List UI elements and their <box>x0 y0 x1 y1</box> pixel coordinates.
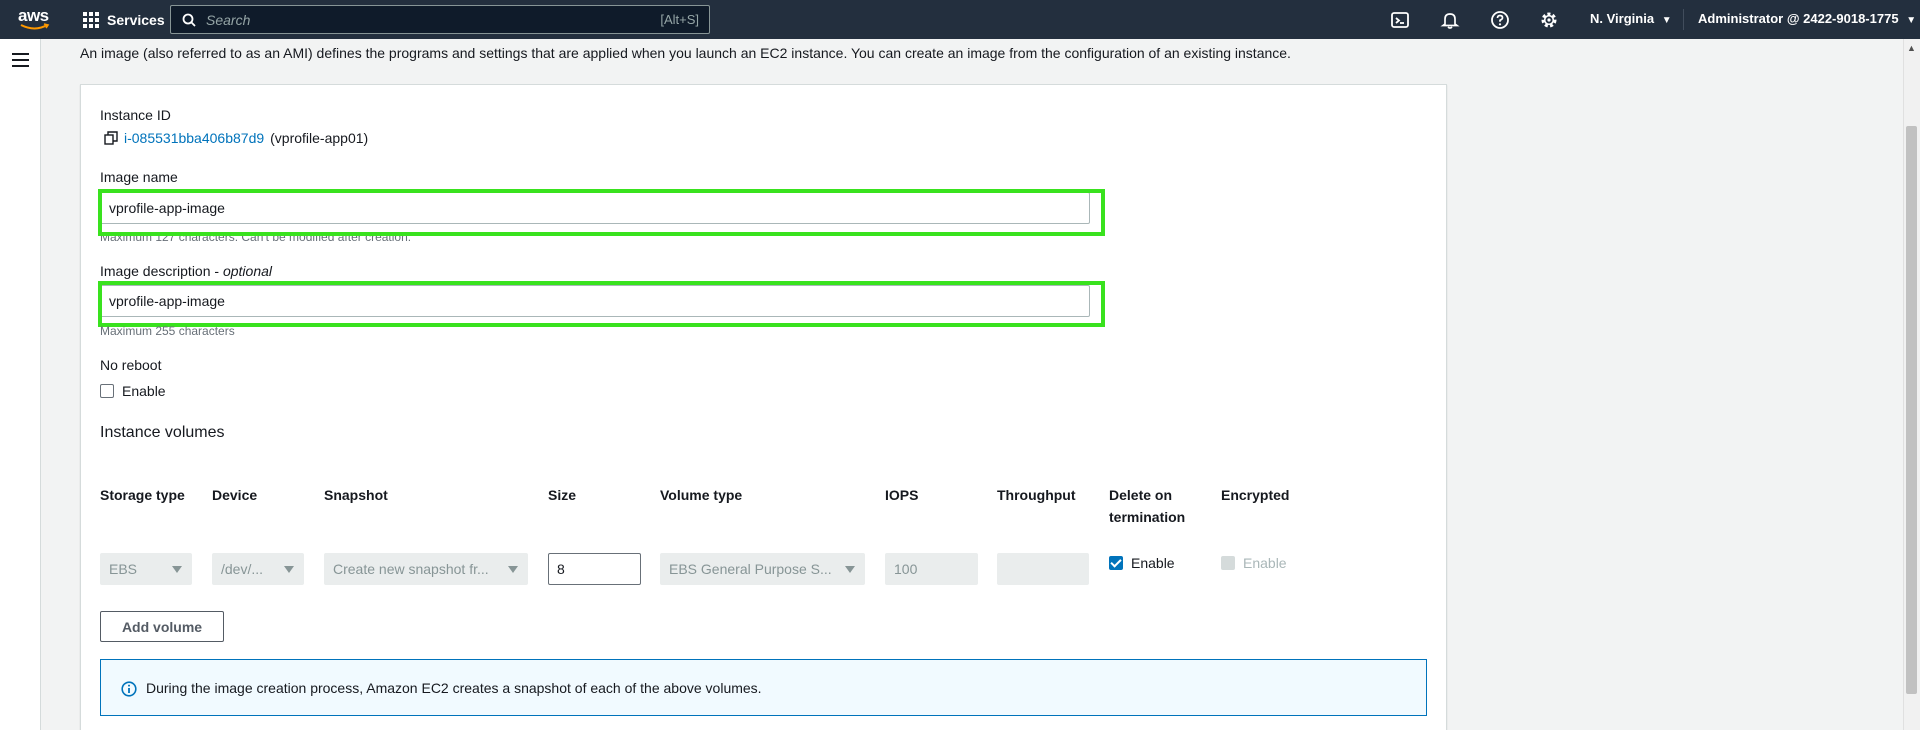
search-input[interactable]: Search [Alt+S] <box>170 5 710 34</box>
instance-name: (vprofile-app01) <box>270 130 369 146</box>
optional-label: optional <box>222 263 273 279</box>
volume-type-select: EBS General Purpose S... <box>660 553 865 585</box>
instance-id-label: Instance ID <box>100 107 171 123</box>
device-select: /dev/... <box>212 553 304 585</box>
caret-down-icon <box>284 566 294 573</box>
no-reboot-option-label: Enable <box>122 383 166 399</box>
throughput-input <box>997 553 1089 585</box>
search-icon <box>182 13 196 27</box>
image-name-highlight <box>98 189 1105 236</box>
search-placeholder: Search <box>206 12 251 28</box>
search-shortcut: [Alt+S] <box>660 12 699 27</box>
menu-icon[interactable] <box>12 53 29 67</box>
column-header-snapshot: Snapshot <box>324 487 388 503</box>
device-value: /dev/... <box>221 561 264 577</box>
no-reboot-checkbox[interactable] <box>100 384 114 398</box>
info-alert: During the image creation process, Amazo… <box>100 659 1427 716</box>
no-reboot-label: No reboot <box>100 357 162 373</box>
volume-type-value: EBS General Purpose S... <box>669 561 832 577</box>
info-text: During the image creation process, Amazo… <box>146 680 762 696</box>
instance-id-link[interactable]: i-085531bba406b87d9 <box>124 130 264 146</box>
services-menu[interactable]: Services <box>83 0 165 39</box>
region-label: N. Virginia <box>1590 11 1655 26</box>
image-description-label-text: Image description <box>100 263 211 279</box>
caret-down-icon <box>845 566 855 573</box>
image-description-hint: Maximum 255 characters <box>100 324 235 338</box>
caret-down-icon: ▼ <box>1661 15 1672 26</box>
services-label: Services <box>107 11 165 28</box>
size-input[interactable] <box>548 553 641 585</box>
column-header-volume-type: Volume type <box>660 487 743 503</box>
column-header-encrypted: Encrypted <box>1221 487 1290 503</box>
gear-icon[interactable] <box>1539 10 1559 30</box>
add-volume-button[interactable]: Add volume <box>100 611 224 642</box>
cloudshell-icon[interactable] <box>1390 10 1410 30</box>
column-header-throughput: Throughput <box>997 487 1076 503</box>
copy-icon[interactable] <box>104 131 118 145</box>
column-header-storage-type: Storage type <box>100 487 185 503</box>
image-description-label: Image description - optional <box>100 263 273 279</box>
storage-type-value: EBS <box>109 561 138 577</box>
image-name-label: Image name <box>100 169 178 185</box>
caret-down-icon <box>508 566 518 573</box>
image-settings-panel <box>80 84 1447 730</box>
column-header-device: Device <box>212 487 258 503</box>
column-header-delete-on-termination: Delete on termination <box>1109 487 1186 525</box>
bell-icon[interactable] <box>1440 10 1460 30</box>
aws-smile-icon <box>20 23 50 30</box>
delete-on-termination-label: Enable <box>1131 555 1175 571</box>
snapshot-select: Create new snapshot fr... <box>324 553 528 585</box>
account-label: Administrator @ 2422-9018-1775 <box>1698 11 1899 26</box>
side-navigation <box>0 39 41 730</box>
info-icon <box>121 681 137 697</box>
grid-icon <box>83 11 99 28</box>
delete-on-termination-checkbox[interactable] <box>1109 556 1123 570</box>
aws-logo[interactable]: aws <box>18 6 52 34</box>
help-icon[interactable] <box>1490 10 1510 30</box>
snapshot-value: Create new snapshot fr... <box>333 561 489 577</box>
iops-input: 100 <box>885 553 978 585</box>
storage-type-select: EBS <box>100 553 192 585</box>
page-description: An image (also referred to as an AMI) de… <box>80 45 1291 61</box>
scrollbar-thumb[interactable] <box>1906 126 1917 694</box>
encrypted-checkbox <box>1221 556 1235 570</box>
column-header-size: Size <box>548 487 577 503</box>
top-nav: aws Services Search [Alt+S] N. Virginia … <box>0 0 1920 39</box>
encrypted-label: Enable <box>1243 555 1287 571</box>
column-header-iops: IOPS <box>885 487 919 503</box>
scroll-up-arrow-icon[interactable]: ▲ <box>1906 43 1917 53</box>
instance-id-row: i-085531bba406b87d9 (vprofile-app01) <box>104 130 368 146</box>
caret-down-icon: ▼ <box>1906 15 1917 26</box>
instance-volumes-title: Instance volumes <box>100 424 225 441</box>
region-selector[interactable]: N. Virginia ▼ <box>1590 11 1672 26</box>
nav-divider <box>1683 9 1684 30</box>
caret-down-icon <box>172 566 182 573</box>
account-menu[interactable]: Administrator @ 2422-9018-1775 ▼ <box>1698 11 1916 26</box>
image-description-highlight <box>98 281 1105 327</box>
